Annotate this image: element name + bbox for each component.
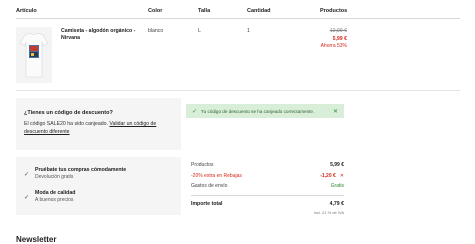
benefit-title: Pruébate tus compras cómodamente [35, 167, 127, 173]
summary-discount-row: -20% extra en Rebajas -1,20 € ✕ [191, 171, 344, 182]
product-price: 12,99 € 5,99 € Ahorra 53% [321, 28, 347, 51]
close-icon[interactable]: ✕ [333, 108, 338, 115]
discount-status: El código SALE20 ha sido canjeado. [24, 121, 108, 127]
summary-products-row: Productos 5,99 € [191, 160, 344, 171]
summary-total-row: Importe total 4,79 € [191, 199, 344, 210]
benefit-subtitle: Devolución gratis [35, 174, 74, 180]
header-article: Artículo [16, 8, 37, 14]
benefit-title: Moda de calidad [35, 189, 76, 196]
header-divider [16, 18, 460, 19]
benefit-item: ✓ Moda de calidad A buenos precios [24, 190, 175, 204]
order-summary: Productos 5,99 € -20% extra en Rebajas -… [191, 160, 344, 215]
check-icon: ✓ [24, 172, 30, 178]
summary-discount-label: -20% extra en Rebajas [191, 172, 242, 179]
vat-note: incl. 21 % de IVA [313, 210, 344, 215]
benefit-subtitle: A buenos precios [35, 196, 74, 203]
summary-discount-value: -1,20 € [320, 172, 336, 179]
discount-code-box: ¿Tienes un código de descuento? El códig… [16, 98, 181, 150]
product-divider [16, 90, 460, 91]
header-quantity: Cantidad [247, 8, 271, 14]
product-quantity[interactable]: 1 [247, 28, 250, 34]
summary-shipping-row: Gastos de envío Gratis [191, 181, 344, 192]
summary-shipping-value: Gratis [330, 183, 344, 190]
summary-total-label: Importe total [191, 200, 223, 207]
newsletter-heading: Newsletter [16, 235, 57, 244]
savings-label: Ahorra 53% [320, 43, 347, 49]
discount-title: ¿Tienes un código de descuento? [24, 110, 113, 116]
product-image[interactable] [16, 27, 52, 83]
header-color: Color [148, 8, 163, 14]
check-icon: ✓ [24, 194, 30, 201]
discount-text: El código SALE20 ha sido canjeado. Valid… [24, 121, 175, 136]
header-products: Productos [320, 8, 348, 14]
product-color: blanco [148, 28, 164, 34]
summary-shipping-label: Gastos de envío [191, 183, 228, 190]
benefits-box: ✓ Pruébate tus compras cómodamente Devol… [16, 157, 181, 215]
cart-table-header: Artículo Color Talla Cantidad Productos [16, 8, 460, 18]
summary-divider [191, 194, 344, 196]
tshirt-image [19, 32, 49, 78]
product-size[interactable]: L [198, 28, 201, 34]
price-new: 5,99 € [332, 35, 347, 42]
success-banner: ✓ Tu código de descuento se ha canjeado … [186, 104, 344, 118]
product-name[interactable]: Camiseta - algodón orgánico - Nirvana [61, 28, 141, 42]
success-message: Tu código de descuento se ha canjeado co… [201, 108, 315, 114]
summary-products-value: 5,99 € [330, 162, 344, 169]
price-old: 12,99 € [329, 28, 347, 34]
summary-products-label: Productos [191, 162, 214, 169]
summary-total-value: 4,79 € [329, 200, 344, 207]
remove-discount-icon[interactable]: ✕ [340, 173, 344, 179]
benefit-item: ✓ Pruébate tus compras cómodamente Devol… [24, 167, 175, 181]
check-icon: ✓ [192, 108, 198, 115]
header-size: Talla [198, 8, 211, 14]
